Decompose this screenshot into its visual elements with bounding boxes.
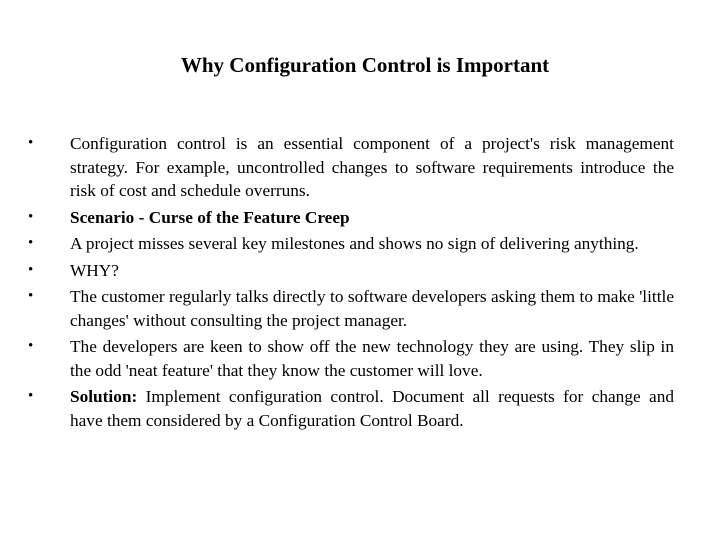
bullet-icon: • (28, 208, 34, 225)
bullet-item: • Solution: Implement configuration cont… (28, 385, 674, 432)
bullet-icon: • (28, 261, 34, 278)
bullet-text: The developers are keen to show off the … (70, 337, 674, 380)
bullet-item: • WHY? (28, 259, 674, 283)
bullet-item: • The customer regularly talks directly … (28, 285, 674, 332)
bullet-list: • Configuration control is an essential … (28, 132, 674, 435)
bullet-text: The customer regularly talks directly to… (70, 287, 674, 330)
bullet-icon: • (28, 235, 34, 251)
bullet-text: Implement configuration control. Documen… (70, 387, 674, 430)
bullet-item: • Configuration control is an essential … (28, 132, 674, 203)
bullet-icon: • (28, 338, 34, 354)
bullet-icon: • (28, 135, 34, 151)
bullet-text: WHY? (70, 260, 119, 280)
slide-title: Why Configuration Control is Important (180, 53, 550, 77)
bullet-text: Configuration control is an essential co… (70, 134, 674, 200)
bullet-text: A project misses several key milestones … (70, 234, 639, 253)
bullet-bold-text: Scenario - Curse of the Feature Creep (70, 207, 350, 227)
bullet-icon: • (28, 288, 34, 304)
bullet-item: • The developers are keen to show off th… (28, 335, 674, 382)
bullet-icon: • (28, 388, 34, 404)
bullet-bold-text: Solution: (70, 387, 138, 406)
bullet-item: • A project misses several key milestone… (28, 232, 674, 256)
bullet-item: • Scenario - Curse of the Feature Creep (28, 206, 674, 230)
